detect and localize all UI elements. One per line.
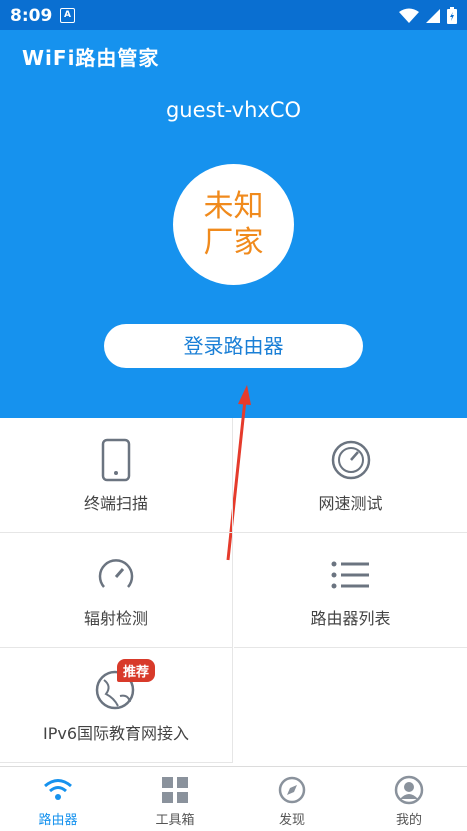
phone-icon	[94, 438, 138, 482]
tab-mine[interactable]: 我的	[351, 767, 467, 831]
status-time: 8:09	[10, 6, 53, 26]
tab-discover-label: 发现	[278, 813, 305, 828]
router-header: WiFi路由管家 guest-vhxCO 未知厂家 登录路由器	[0, 30, 467, 418]
tab-router[interactable]: 路由器	[0, 767, 116, 831]
a-icon: A	[60, 8, 75, 23]
terminal-scan-label: 终端扫描	[83, 494, 148, 513]
gauge-icon	[94, 553, 138, 597]
radiation-check-item[interactable]: 辐射检测	[0, 533, 233, 648]
signal-icon	[426, 8, 440, 23]
list-icon	[329, 553, 373, 597]
speed-test-label: 网速测试	[318, 494, 383, 513]
login-router-button[interactable]: 登录路由器	[104, 324, 363, 368]
vendor-circle: 未知厂家	[173, 164, 294, 285]
speedtest-icon	[329, 438, 373, 482]
tab-toolbox[interactable]: 工具箱	[117, 767, 233, 831]
tab-discover[interactable]: 发现	[234, 767, 350, 831]
ssid-label: guest-vhxCO	[165, 98, 302, 122]
radiation-check-label: 辐射检测	[83, 609, 148, 628]
speed-test-item[interactable]: 网速测试	[234, 418, 467, 533]
tab-toolbox-label: 工具箱	[155, 813, 195, 828]
terminal-scan-item[interactable]: 终端扫描	[0, 418, 233, 533]
ipv6-access-label: IPv6国际教育网接入	[42, 724, 190, 743]
battery-icon	[447, 7, 457, 24]
compass-icon	[277, 775, 307, 805]
router-list-item[interactable]: 路由器列表	[234, 533, 467, 648]
tab-router-label: 路由器	[38, 813, 78, 828]
tab-mine-label: 我的	[395, 813, 422, 828]
status-bar: 8:09 A	[0, 0, 467, 30]
wifi-icon	[43, 775, 73, 805]
user-icon	[394, 775, 424, 805]
app-title: WiFi路由管家	[22, 46, 160, 70]
wifi-icon	[399, 8, 419, 23]
grid-icon	[160, 775, 190, 805]
status-icons	[399, 7, 457, 24]
recommend-badge: 推荐	[117, 659, 156, 682]
router-list-label: 路由器列表	[310, 609, 391, 628]
tool-grid: 终端扫描 网速测试 辐射检测 路由器列表 推荐 IPv6国际教育网接入	[0, 418, 467, 766]
vendor-label: 未知厂家	[203, 188, 264, 260]
bottom-tab-bar: 路由器 工具箱 发现 我的	[0, 766, 467, 831]
ipv6-access-item[interactable]: 推荐 IPv6国际教育网接入	[0, 648, 233, 763]
